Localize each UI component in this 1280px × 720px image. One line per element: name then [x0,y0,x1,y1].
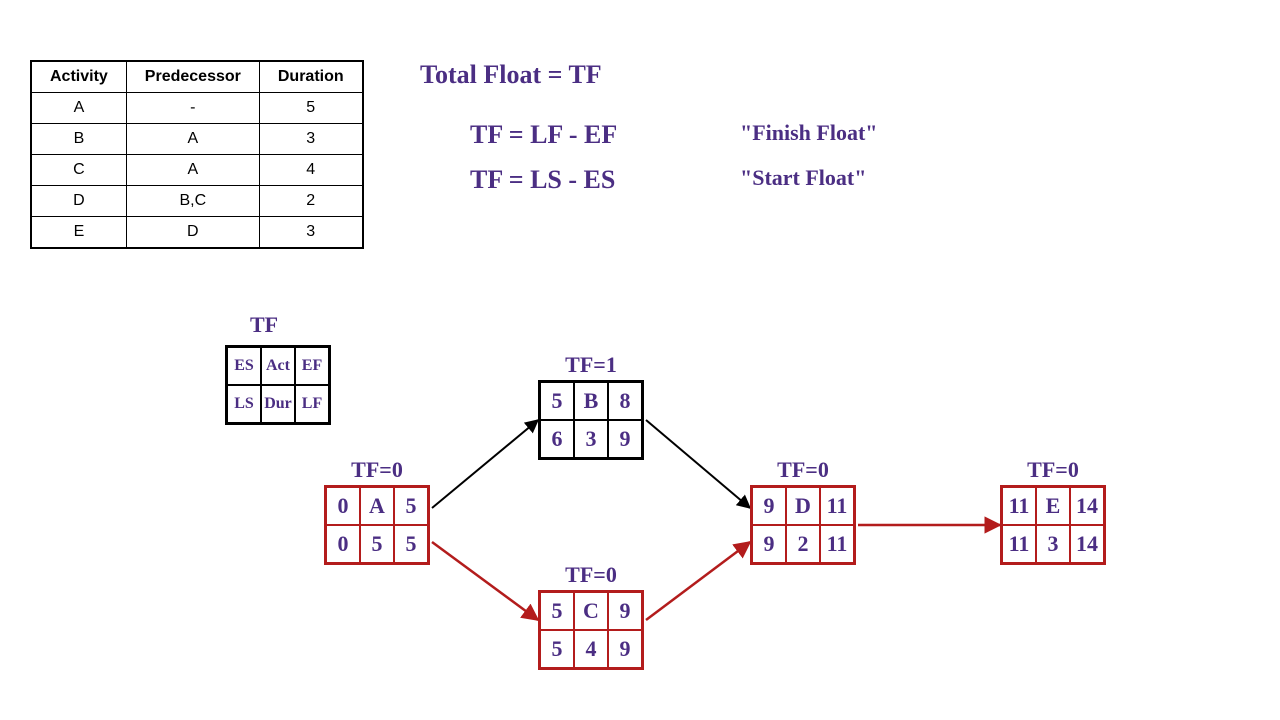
table-row: ED3 [31,217,363,249]
legend-ef: EF [295,347,329,385]
legend-dur: Dur [261,385,295,423]
node-d-tf: TF=0 [777,457,829,483]
formula-eq1-note: "Finish Float" [740,120,878,146]
node-d: TF=0 9D11 9211 [750,485,856,565]
th-activity: Activity [31,61,126,93]
formula-title: Total Float = TF [420,60,602,90]
formula-eq2: TF = LS - ES [470,165,615,195]
legend-ls: LS [227,385,261,423]
node-c: TF=0 5C9 549 [538,590,644,670]
table-row: A-5 [31,93,363,124]
node-e-tf: TF=0 [1027,457,1079,483]
legend-lf: LF [295,385,329,423]
formula-eq1: TF = LF - EF [470,120,617,150]
node-b-tf: TF=1 [565,352,617,378]
legend-act: Act [261,347,295,385]
th-predecessor: Predecessor [126,61,259,93]
node-e: TF=0 11E14 11314 [1000,485,1106,565]
formula-eq2-note: "Start Float" [740,165,866,191]
table-row: BA3 [31,124,363,155]
legend-tf: TF [250,312,278,338]
node-c-tf: TF=0 [565,562,617,588]
table-row: DB,C2 [31,186,363,217]
legend-es: ES [227,347,261,385]
node-a: TF=0 0A5 055 [324,485,430,565]
th-duration: Duration [259,61,362,93]
legend-node: ES Act EF LS Dur LF [225,345,331,425]
table-row: CA4 [31,155,363,186]
activity-table: Activity Predecessor Duration A-5 BA3 CA… [30,60,364,249]
node-b: TF=1 5B8 639 [538,380,644,460]
node-a-tf: TF=0 [351,457,403,483]
